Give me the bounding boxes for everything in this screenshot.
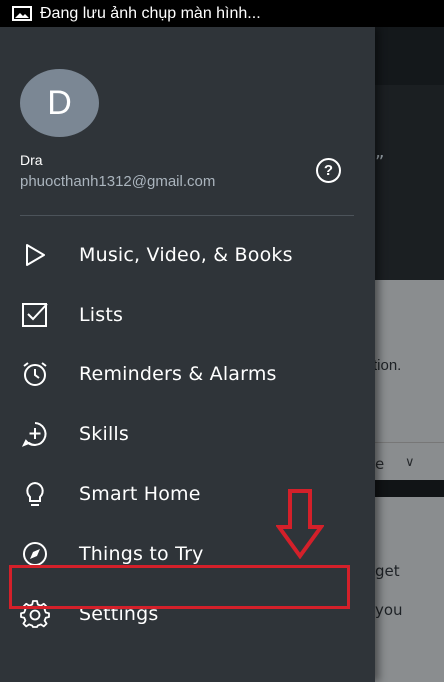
menu-item-lists[interactable]: Lists <box>0 285 375 345</box>
menu-item-label: Things to Try <box>79 542 204 565</box>
menu-item-label: Skills <box>79 423 129 446</box>
settings-highlight-box <box>9 565 350 609</box>
play-icon <box>20 240 50 270</box>
divider <box>20 215 354 216</box>
background-text-2: you <box>375 601 403 619</box>
alarm-clock-icon <box>20 359 50 389</box>
checklist-icon <box>20 300 50 330</box>
chevron-down-icon: ∨ <box>405 455 415 470</box>
status-bar: Đang lưu ảnh chụp màn hình... <box>0 0 444 27</box>
background-row-text: e <box>375 455 385 473</box>
menu-item-skills[interactable]: Skills <box>0 404 375 464</box>
background-banner <box>375 85 444 280</box>
menu-item-label: Music, Video, & Books <box>79 243 293 266</box>
menu-item-music-video-books[interactable]: Music, Video, & Books <box>0 225 375 285</box>
menu-item-label: Reminders & Alarms <box>79 363 277 386</box>
arrow-down-icon <box>276 489 324 559</box>
menu-item-reminders-alarms[interactable]: Reminders & Alarms <box>0 345 375 405</box>
skills-icon <box>20 419 50 449</box>
user-name: Dra <box>20 152 43 168</box>
background-card-text: tion. <box>375 357 402 374</box>
help-icon[interactable]: ? <box>316 158 341 183</box>
background-app: ” tion. e ∨ get you <box>375 27 444 682</box>
avatar[interactable]: D <box>20 69 99 137</box>
menu-item-label: Lists <box>79 303 124 326</box>
lightbulb-icon <box>20 479 50 509</box>
user-email: phuocthanh1312@gmail.com <box>20 173 216 190</box>
image-icon <box>12 6 32 21</box>
background-header <box>375 27 444 85</box>
background-quote: ” <box>375 152 385 173</box>
background-text-1: get <box>375 562 400 580</box>
status-notification-text: Đang lưu ảnh chụp màn hình... <box>40 4 261 22</box>
background-card-2 <box>375 497 444 682</box>
menu-item-label: Smart Home <box>79 483 201 506</box>
